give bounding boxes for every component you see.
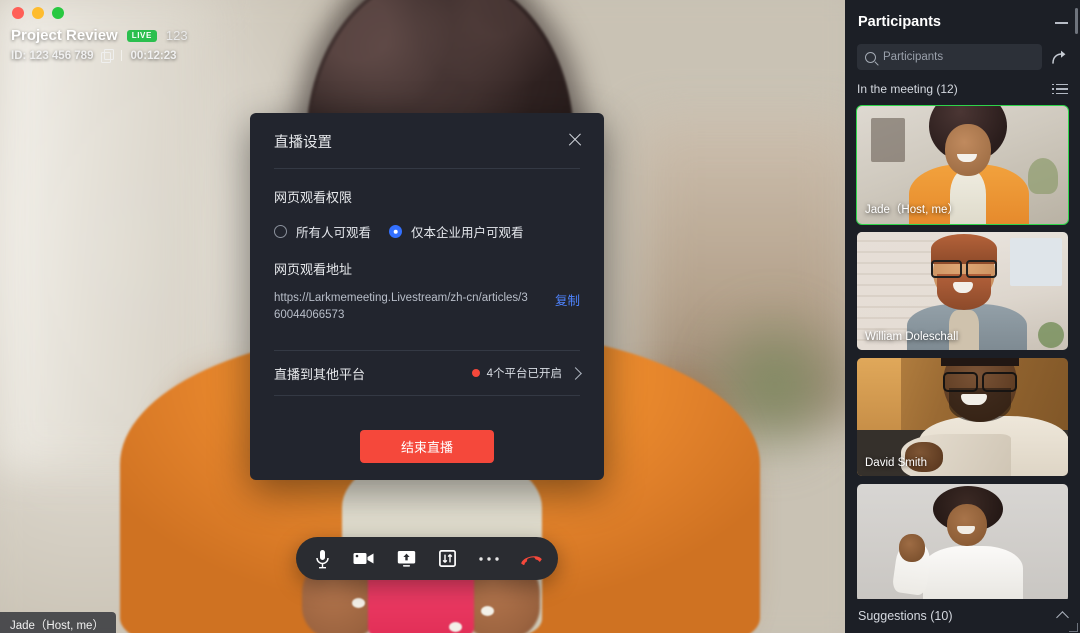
radio-label-org-only: 仅本企业用户可观看 [411,226,524,240]
more-icon[interactable] [474,544,504,574]
meeting-timer: 00:12:23 [130,49,177,62]
sidebar-header: Participants [845,0,1080,44]
camera-icon[interactable] [349,544,379,574]
participants-sidebar: Participants In the meeting (12) [845,0,1080,633]
participant-tile-4[interactable] [857,484,1068,602]
minimize-icon[interactable] [1055,22,1068,24]
search-box[interactable] [857,44,1042,70]
participant-tile-jade[interactable]: Jade（Host, me） [856,105,1069,225]
url-section-label: 网页观看地址 [274,262,353,277]
participant-tiles: Jade（Host, me） William Doleschall David … [856,105,1069,602]
meeting-title: Project Review [11,27,118,44]
meeting-id: ID: 123 456 789 [11,49,94,62]
meeting-control-bar[interactable] [296,537,558,580]
close-icon[interactable] [564,129,586,151]
participant-name: David Smith [865,457,927,469]
live-settings-dialog: 直播设置 网页观看权限 所有人可观看 仅本企业用户可观看 网页观看地址 http… [250,113,604,480]
divider [274,395,580,396]
chevron-up-icon[interactable] [1056,611,1069,624]
meeting-info-overlay: Project Review LIVE 123 ID: 123 456 789 … [11,27,188,63]
main-video-stage[interactable]: Project Review LIVE 123 ID: 123 456 789 … [0,0,845,633]
recording-dot-icon [471,369,480,377]
other-platforms-row[interactable]: 直播到其他平台 4个平台已开启 [274,351,582,395]
chevron-right-icon[interactable] [569,366,582,380]
self-name-pill: Jade（Host, me） [0,612,116,633]
divider [121,50,123,61]
microphone-icon[interactable] [308,544,338,574]
resize-handle[interactable] [1069,623,1078,632]
other-platforms-label: 直播到其他平台 [274,366,366,382]
live-viewer-count: 123 [165,28,188,43]
sidebar-title: Participants [858,14,941,30]
live-badge: LIVE [126,29,157,42]
participant-name: William Doleschall [865,331,959,343]
participant-video-4 [857,484,1068,602]
radio-icon-org-only[interactable] [389,225,403,238]
search-icon [865,51,876,63]
participant-tile-william[interactable]: William Doleschall [857,232,1068,350]
radio-label-public: 所有人可观看 [296,226,372,240]
end-call-icon[interactable] [516,544,546,574]
url-row: https://Larkmemeeting.Livestream/zh-cn/a… [274,290,580,324]
list-view-icon[interactable] [1052,83,1068,95]
sidebar-scrollbar[interactable] [1075,8,1078,34]
share-screen-icon[interactable] [391,544,421,574]
search-input[interactable] [883,51,1034,63]
dialog-title: 直播设置 [274,135,332,151]
maximize-window-button[interactable] [52,7,64,19]
suggestions-section[interactable]: Suggestions (10) [845,599,1080,633]
meeting-app-window: Project Review LIVE 123 ID: 123 456 789 … [0,0,1080,633]
copy-icon[interactable] [101,49,115,63]
stats-icon[interactable] [433,544,463,574]
sidebar-search-row [857,44,1068,70]
end-livestream-button[interactable]: 结束直播 [360,430,494,463]
radio-icon-public[interactable] [274,225,287,238]
suggestions-label: Suggestions (10) [858,609,953,623]
participant-name: Jade（Host, me） [865,204,959,216]
other-platforms-status: 4个平台已开启 [486,368,562,380]
copy-url-button[interactable]: 复制 [555,290,580,309]
radio-option-public[interactable]: 所有人可观看 [274,222,371,241]
minimize-window-button[interactable] [32,7,44,19]
close-window-button[interactable] [12,7,24,19]
participant-tile-david[interactable]: David Smith [857,358,1068,476]
livestream-url: https://Larkmemeeting.Livestream/zh-cn/a… [274,292,528,321]
sidebar-section-header: In the meeting (12) [857,76,1068,102]
permission-section-label: 网页观看权限 [274,190,353,205]
share-icon[interactable] [1050,48,1068,66]
dialog-header: 直播设置 [250,113,604,168]
divider [274,168,580,169]
window-traffic-lights[interactable] [12,7,64,19]
radio-option-org-only[interactable]: 仅本企业用户可观看 [389,222,524,241]
permission-radio-group[interactable]: 所有人可观看 仅本企业用户可观看 [274,222,604,241]
in-meeting-label: In the meeting (12) [857,82,958,96]
